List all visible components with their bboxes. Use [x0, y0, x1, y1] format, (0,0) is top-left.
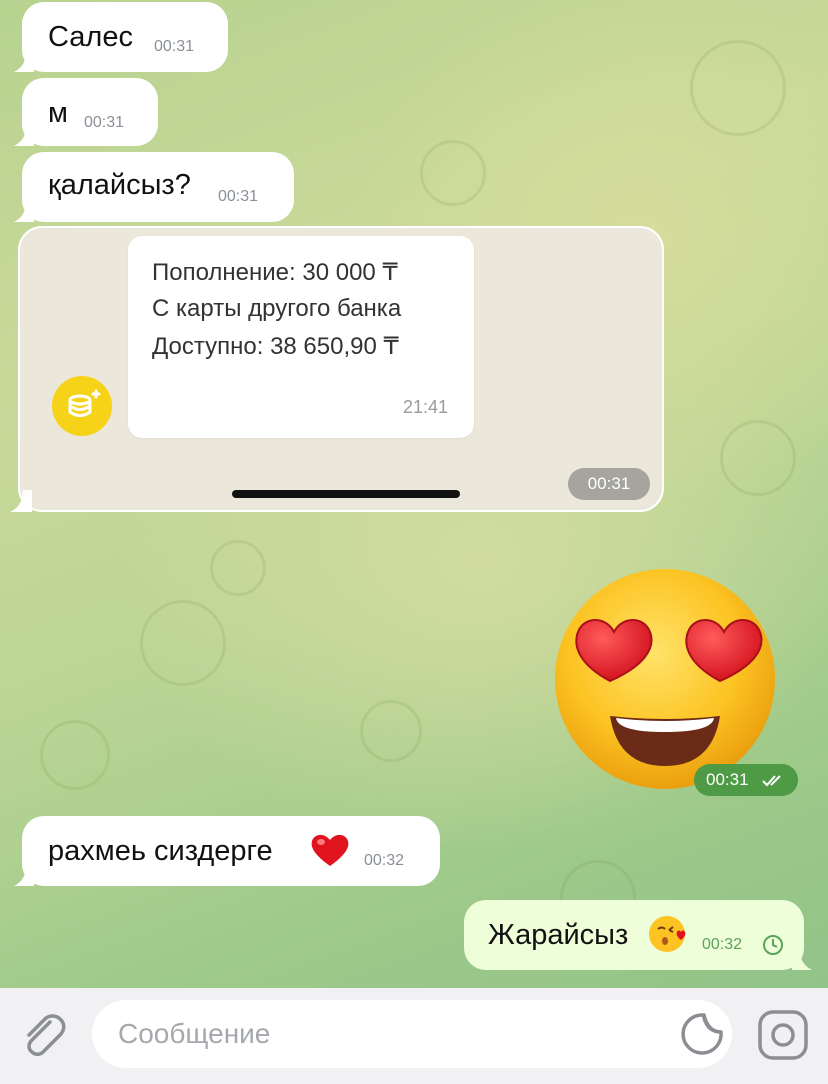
message-text: Жарайсыз [488, 919, 629, 951]
notification-time: 21:41 [402, 397, 448, 417]
coins-icon-glyph [68, 389, 101, 417]
doodle-circle [690, 40, 786, 136]
red-heart-emoji [311, 834, 349, 866]
doodle-circle [720, 420, 796, 496]
paperclip-icon [27, 1014, 66, 1056]
message-time: 00:31 [218, 188, 259, 205]
camera-icon [758, 1010, 808, 1060]
message-text: Салес [48, 21, 133, 53]
kissing-heart-emoji [649, 916, 686, 952]
message-composer [0, 988, 828, 1084]
doodle-circle [360, 700, 422, 762]
incoming-message[interactable]: қалайсыз? 00:31 [22, 152, 294, 222]
clock-icon [763, 935, 783, 955]
sticker-icon [681, 1013, 723, 1055]
attach-button[interactable] [16, 1008, 70, 1062]
double-check-icon [762, 775, 781, 787]
incoming-message[interactable]: рахмеь сиздерге 00:32 [22, 816, 440, 886]
image-message[interactable]: Пополнение: 30 000 ₸ С карты другого бан… [18, 226, 664, 512]
message-time: 00:32 [364, 852, 405, 869]
sticker-button[interactable] [678, 1010, 726, 1058]
message-text: қалайсыз? [48, 169, 191, 201]
outgoing-message[interactable]: Жарайсыз 00:32 [464, 900, 804, 970]
sticker-message[interactable] [552, 566, 778, 792]
message-input[interactable] [92, 1000, 732, 1068]
home-indicator [232, 490, 460, 498]
notification-line: Доступно: 38 650,90 ₸ [152, 333, 399, 360]
sticker-time-badge: 00:31 [694, 764, 798, 796]
message-time: 00:31 [706, 770, 749, 789]
bank-notification: Пополнение: 30 000 ₸ С карты другого бан… [128, 236, 474, 438]
message-time: 00:31 [154, 38, 195, 55]
heart-eyes-emoji [555, 569, 775, 789]
incoming-message[interactable]: м 00:31 [22, 78, 158, 146]
doodle-circle [420, 140, 486, 206]
doodle-circle [140, 600, 226, 686]
message-text: м [48, 97, 68, 129]
message-time: 00:31 [568, 468, 650, 500]
message-time: 00:31 [84, 114, 125, 131]
message-time: 00:32 [702, 936, 743, 953]
message-text: рахмеь сиздерге [48, 835, 273, 867]
coins-icon [52, 376, 112, 436]
doodle-circle [40, 720, 110, 790]
notification-line: С карты другого банка [152, 295, 402, 322]
doodle-circle [210, 540, 266, 596]
notification-line: Пополнение: 30 000 ₸ [152, 259, 398, 286]
incoming-message[interactable]: Салес 00:31 [22, 2, 228, 72]
camera-button[interactable] [754, 1006, 812, 1064]
